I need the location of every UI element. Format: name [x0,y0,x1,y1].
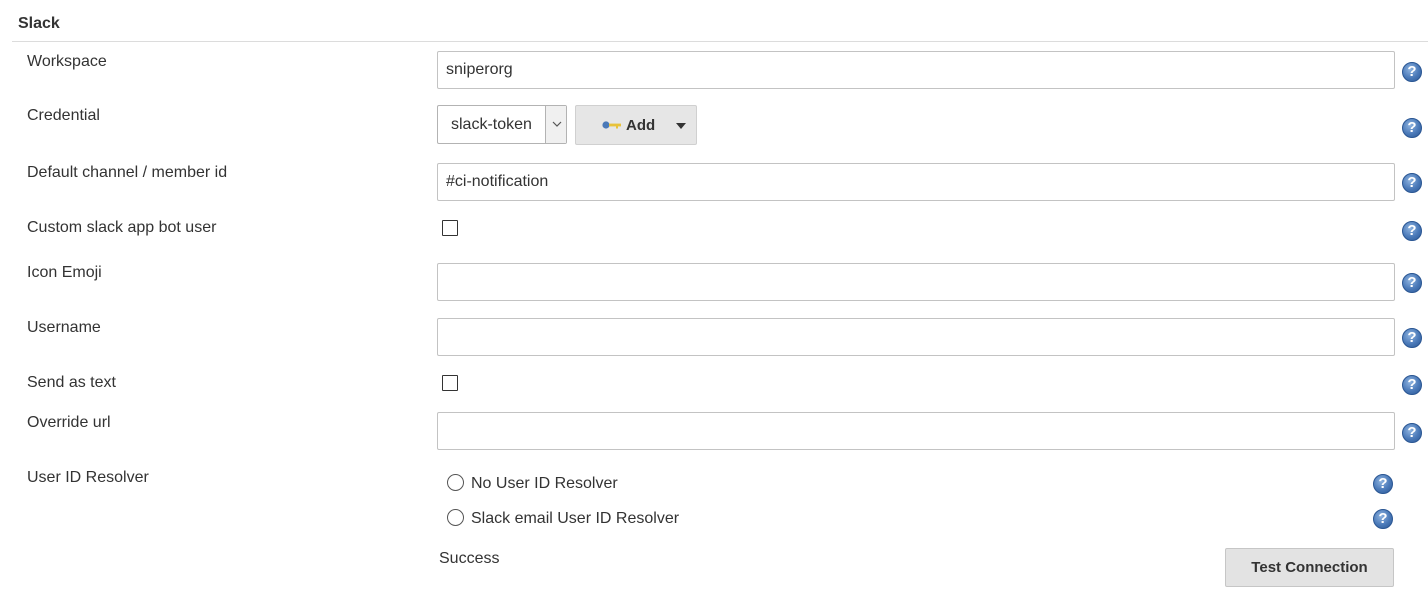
caret-down-icon [676,123,686,129]
help-icon[interactable]: ? [1402,221,1422,241]
help-icon[interactable]: ? [1402,423,1422,443]
custom-bot-user-label: Custom slack app bot user [27,219,217,236]
workspace-label: Workspace [27,53,107,70]
username-input[interactable] [437,318,1395,356]
resolver-option-label: No User ID Resolver [471,475,618,492]
section-divider [12,41,1428,42]
credential-selected-value: slack-token [451,116,532,133]
connection-status: Success [439,550,500,567]
credential-label: Credential [27,107,100,124]
send-as-text-checkbox[interactable] [442,375,458,391]
icon-emoji-label: Icon Emoji [27,264,102,281]
user-id-resolver-label: User ID Resolver [27,469,149,486]
default-channel-input[interactable] [437,163,1395,201]
chevron-down-icon [552,121,562,127]
override-url-label: Override url [27,414,111,431]
send-as-text-label: Send as text [27,374,116,391]
icon-emoji-input[interactable] [437,263,1395,301]
help-icon[interactable]: ? [1402,273,1422,293]
credential-select[interactable]: slack-token [437,105,567,144]
help-icon[interactable]: ? [1402,62,1422,82]
help-icon[interactable]: ? [1402,173,1422,193]
resolver-radio-slack-email[interactable] [447,509,464,526]
dropdown-toggle[interactable] [545,106,566,143]
username-label: Username [27,319,101,336]
help-icon[interactable]: ? [1402,375,1422,395]
add-credential-button[interactable]: Add [575,105,697,145]
help-icon[interactable]: ? [1373,509,1393,529]
default-channel-label: Default channel / member id [27,164,228,181]
test-connection-button[interactable]: Test Connection [1225,548,1394,587]
add-button-label: Add [626,117,656,134]
key-icon [602,121,621,129]
help-icon[interactable]: ? [1402,118,1422,138]
custom-bot-user-checkbox[interactable] [442,220,458,236]
override-url-input[interactable] [437,412,1395,450]
resolver-option-label: Slack email User ID Resolver [471,510,680,527]
section-title: Slack [18,15,60,32]
resolver-radio-none[interactable] [447,474,464,491]
help-icon[interactable]: ? [1373,474,1393,494]
help-icon[interactable]: ? [1402,328,1422,348]
workspace-input[interactable] [437,51,1395,89]
